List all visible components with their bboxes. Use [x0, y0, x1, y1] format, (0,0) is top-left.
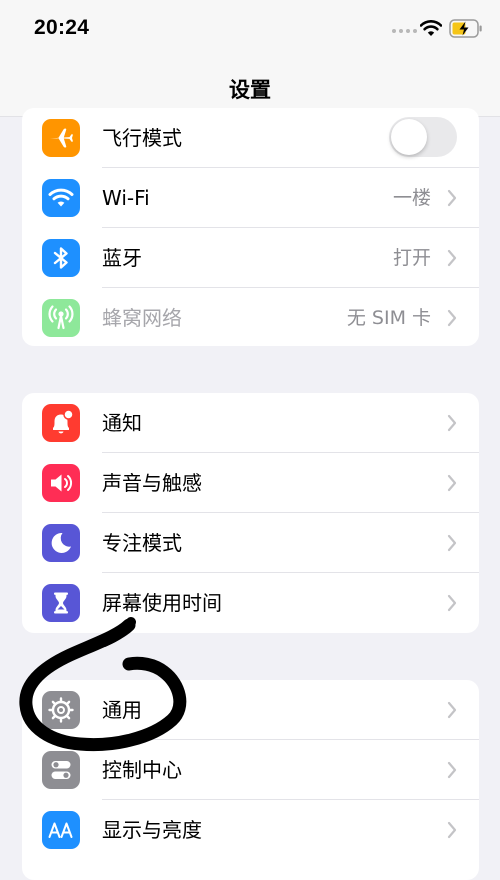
sounds-haptics-label: 声音与触感: [102, 471, 202, 495]
settings-row-cellular[interactable]: 蜂窝网络 无 SIM 卡: [22, 288, 479, 346]
wifi-label: Wi-Fi: [102, 186, 150, 210]
bluetooth-label: 蓝牙: [102, 246, 142, 270]
settings-row-bluetooth[interactable]: 蓝牙 打开: [22, 228, 479, 288]
display-brightness-label: 显示与亮度: [102, 818, 202, 842]
settings-group-notifications: 通知 声音与触感 专注模式 屏幕使用时间: [22, 393, 479, 633]
notification-bell-icon: [42, 404, 80, 442]
bluetooth-icon: [42, 239, 80, 277]
settings-row-general[interactable]: 通用: [22, 680, 479, 740]
airplane-mode-toggle[interactable]: [389, 117, 457, 157]
notifications-label: 通知: [102, 411, 142, 435]
settings-row-wifi[interactable]: Wi-Fi 一楼: [22, 168, 479, 228]
moon-icon: [42, 524, 80, 562]
cellular-icon: [42, 299, 80, 337]
toggles-icon: [42, 751, 80, 789]
text-size-icon: [42, 811, 80, 849]
settings-group-connectivity: 飞行模式 Wi-Fi 一楼 蓝牙 打开 蜂窝网络 无 SIM 卡: [22, 108, 479, 346]
chevron-right-icon: [447, 761, 457, 779]
bluetooth-status-value: 打开: [392, 247, 431, 269]
settings-row-sounds[interactable]: 声音与触感: [22, 453, 479, 513]
hourglass-icon: [42, 584, 80, 622]
cellular-dots-icon: [392, 29, 417, 35]
chevron-right-icon: [447, 309, 457, 327]
status-time: 20:24: [34, 16, 90, 39]
airplane-icon: [42, 119, 80, 157]
settings-group-general: 通用 控制中心 显示与亮度: [22, 680, 479, 880]
chevron-right-icon: [447, 189, 457, 207]
battery-charging-icon: [449, 19, 482, 38]
wifi-network-value: 一楼: [392, 187, 431, 209]
chevron-right-icon: [447, 701, 457, 719]
settings-row-airplane-mode: 飞行模式: [22, 108, 479, 168]
speaker-icon: [42, 464, 80, 502]
wifi-icon: [42, 179, 80, 217]
settings-row-display-brightness[interactable]: 显示与亮度: [22, 800, 479, 860]
status-bar: 20:24: [0, 0, 500, 62]
chevron-right-icon: [447, 594, 457, 612]
gear-icon: [42, 691, 80, 729]
page-title: 设置: [229, 78, 271, 102]
chevron-right-icon: [447, 534, 457, 552]
chevron-right-icon: [447, 414, 457, 432]
settings-row-control-center[interactable]: 控制中心: [22, 740, 479, 800]
settings-row-notifications[interactable]: 通知: [22, 393, 479, 453]
cellular-label: 蜂窝网络: [102, 306, 182, 330]
cellular-status-value: 无 SIM 卡: [346, 307, 431, 329]
chevron-right-icon: [447, 249, 457, 267]
control-center-label: 控制中心: [102, 758, 182, 782]
toggle-knob: [391, 119, 427, 155]
screen-time-label: 屏幕使用时间: [102, 591, 222, 615]
settings-row-focus[interactable]: 专注模式: [22, 513, 479, 573]
general-label: 通用: [102, 698, 142, 722]
chevron-right-icon: [447, 474, 457, 492]
focus-label: 专注模式: [102, 531, 182, 555]
wifi-status-icon: [420, 20, 442, 36]
airplane-mode-label: 飞行模式: [102, 126, 182, 150]
chevron-right-icon: [447, 821, 457, 839]
settings-row-screen-time[interactable]: 屏幕使用时间: [22, 573, 479, 633]
